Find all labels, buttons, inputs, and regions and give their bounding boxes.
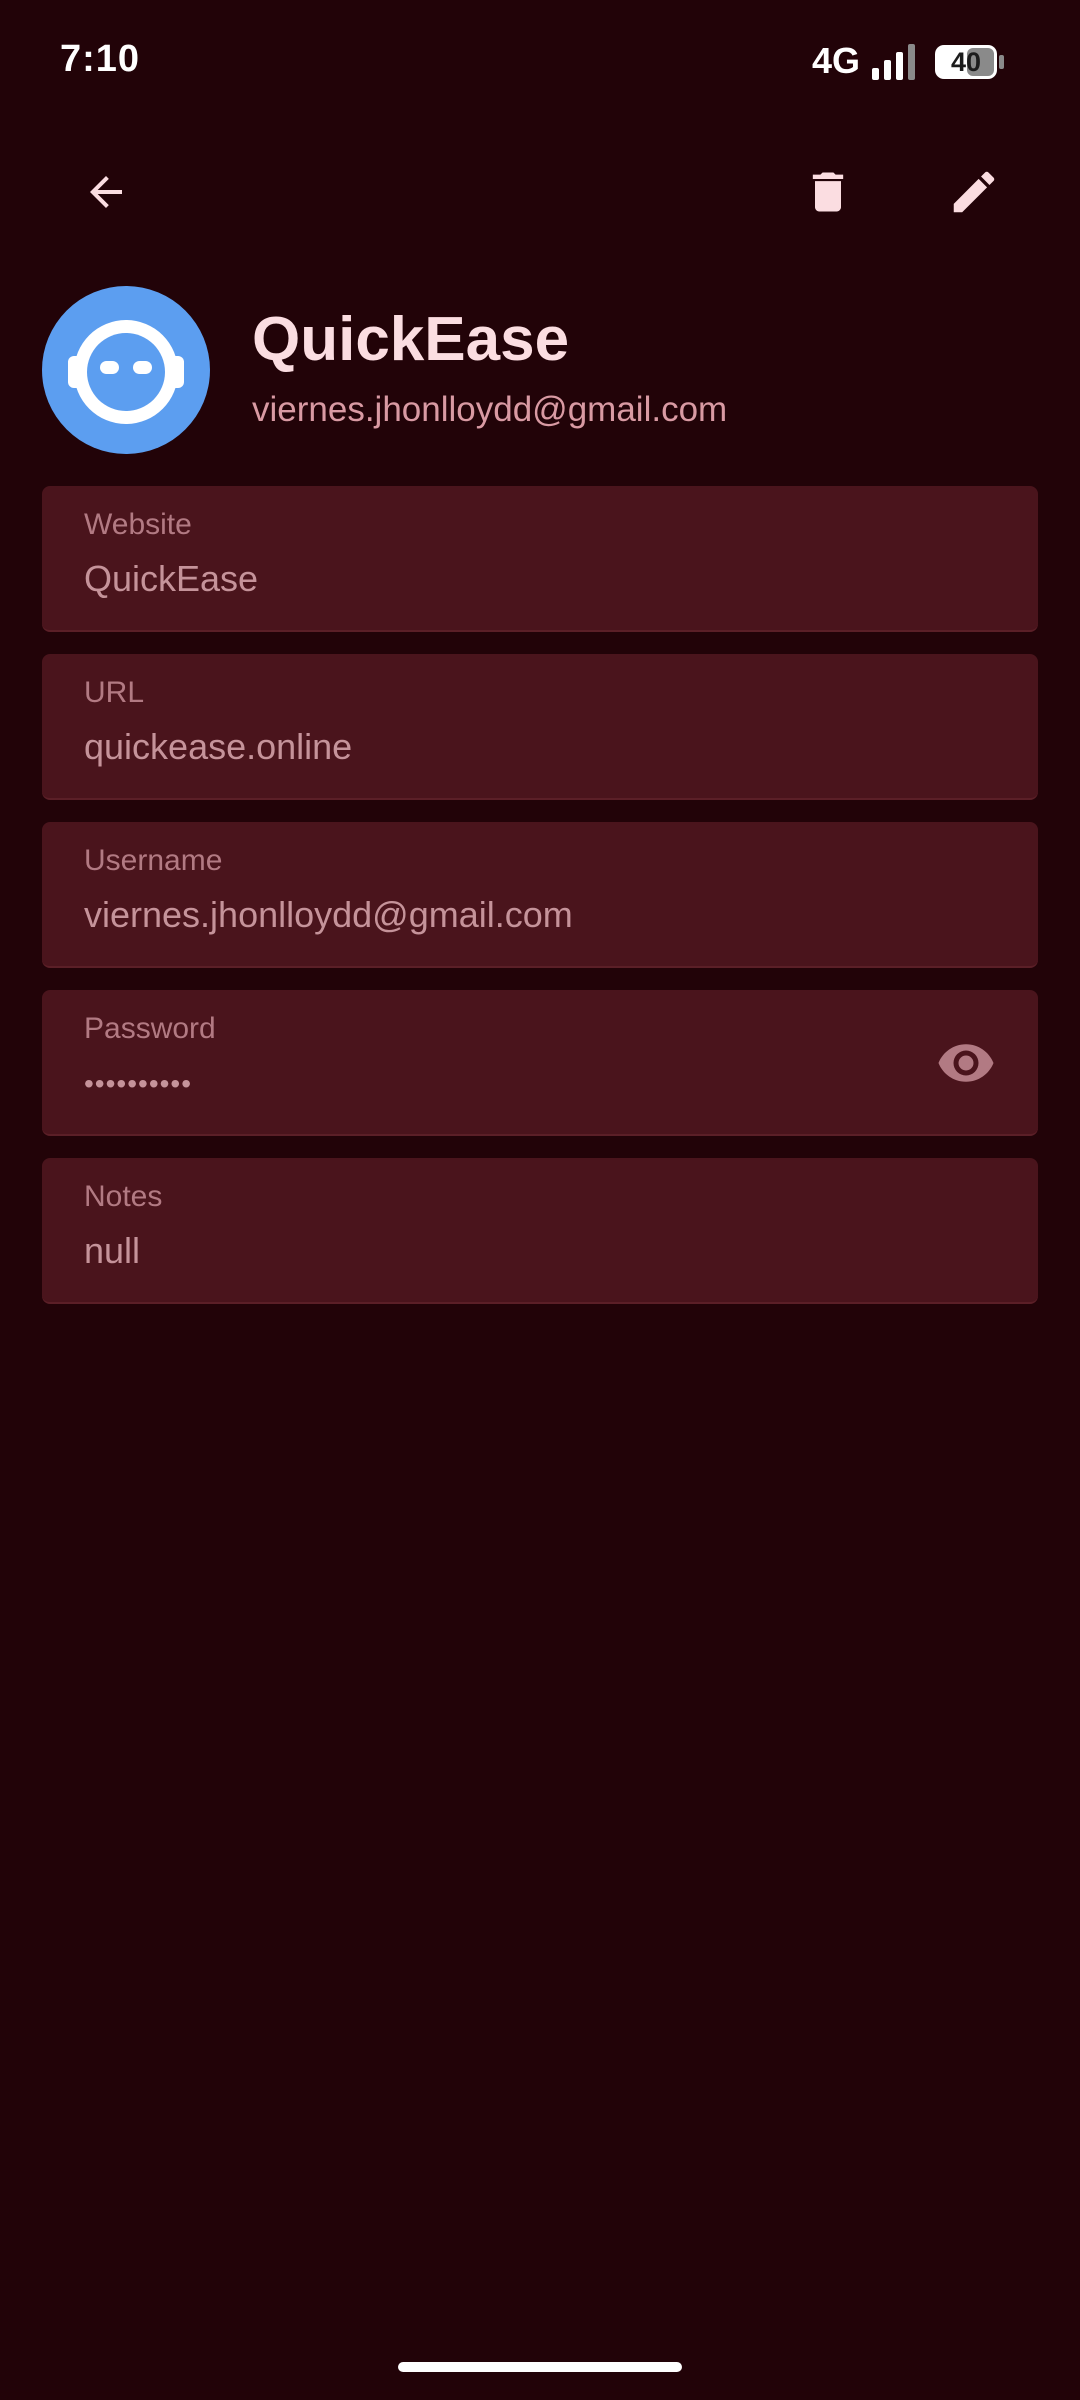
password-field[interactable]: Password •••••••••• (42, 990, 1038, 1136)
delete-button[interactable] (780, 144, 876, 240)
website-value: QuickEase (84, 558, 259, 599)
signal-icon (872, 44, 915, 80)
entry-subtitle: viernes.jhonlloydd@gmail.com (252, 390, 728, 429)
edit-button[interactable] (926, 144, 1022, 240)
toggle-password-visibility-button[interactable] (918, 1015, 1014, 1111)
notes-label: Notes (84, 1180, 163, 1213)
entry-title: QuickEase (252, 305, 570, 374)
eye-icon (938, 1044, 994, 1082)
robot-face-icon (68, 320, 184, 424)
arrow-back-icon (90, 176, 122, 208)
home-indicator[interactable] (398, 2362, 682, 2372)
notes-value: null (84, 1230, 141, 1271)
website-label: Website (84, 508, 192, 541)
password-value: •••••••••• (84, 1068, 193, 1099)
username-field[interactable]: Username viernes.jhonlloydd@gmail.com (42, 822, 1038, 968)
url-field[interactable]: URL quickease.online (42, 654, 1038, 800)
password-label: Password (84, 1012, 216, 1045)
url-label: URL (84, 676, 145, 709)
website-field[interactable]: Website QuickEase (42, 486, 1038, 632)
pencil-icon (953, 171, 995, 213)
battery-level: 40 (950, 47, 982, 77)
status-bar: 7:10 4G 40 (0, 0, 1080, 126)
username-value: viernes.jhonlloydd@gmail.com (84, 894, 573, 935)
back-button[interactable] (58, 144, 154, 240)
status-time: 7:10 (60, 38, 141, 80)
avatar (42, 286, 210, 454)
username-label: Username (84, 844, 223, 877)
notes-field[interactable]: Notes null (42, 1158, 1038, 1304)
network-type: 4G (812, 40, 861, 81)
url-value: quickease.online (84, 726, 353, 767)
trash-icon (812, 172, 844, 212)
